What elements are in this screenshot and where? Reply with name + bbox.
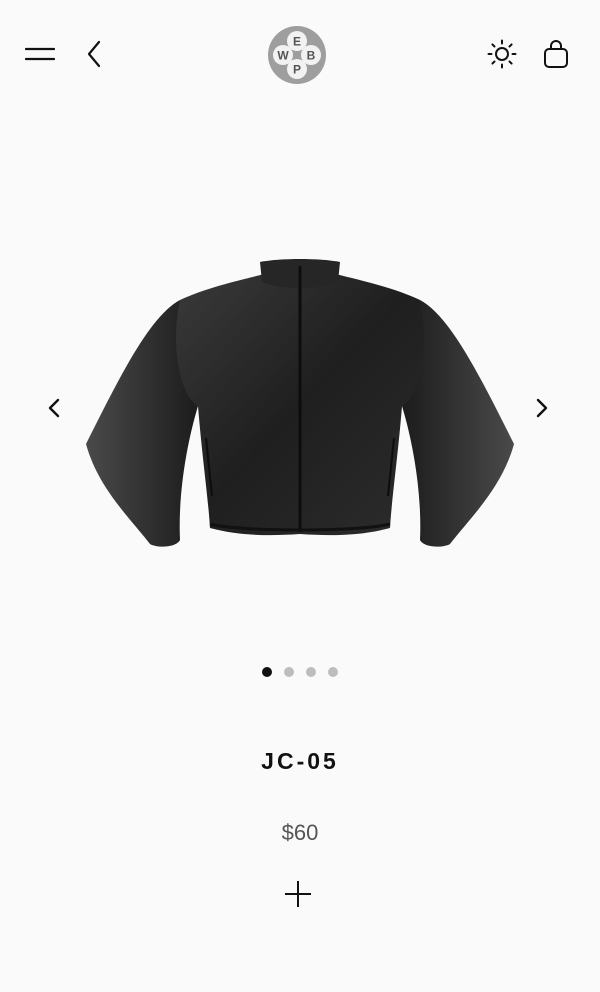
top-nav-bar: E W B P (0, 0, 600, 108)
product-title: JC-05 (261, 748, 339, 774)
previous-image-button[interactable] (38, 390, 70, 426)
product-image[interactable] (80, 256, 520, 556)
back-button[interactable] (78, 36, 110, 72)
menu-icon (25, 47, 55, 61)
logo-letter-right: B (307, 49, 316, 63)
shopping-bag-icon (544, 40, 568, 68)
product-page: E W B P JC-05 $60 (0, 0, 600, 992)
product-image-carousel[interactable] (0, 118, 600, 658)
brand-logo-icon: E W B P (268, 26, 326, 84)
pagination-dot-2[interactable] (284, 667, 294, 677)
pagination-dot-1[interactable] (262, 667, 272, 677)
logo-letter-top: E (293, 35, 301, 49)
chevron-left-icon (48, 398, 60, 418)
chevron-right-icon (536, 398, 548, 418)
theme-toggle-button[interactable] (482, 34, 522, 74)
logo-letter-left: W (277, 49, 289, 63)
cart-button[interactable] (536, 34, 576, 74)
plus-icon (285, 881, 311, 907)
next-image-button[interactable] (526, 390, 558, 426)
back-chevron-icon (87, 40, 101, 68)
pagination-dot-3[interactable] (306, 667, 316, 677)
menu-button[interactable] (20, 36, 60, 72)
add-to-cart-button[interactable] (278, 874, 318, 914)
logo-letter-bottom: P (293, 63, 301, 77)
carousel-pagination (0, 667, 600, 677)
brand-logo[interactable]: E W B P (266, 24, 328, 86)
pagination-dot-4[interactable] (328, 667, 338, 677)
product-price: $60 (281, 820, 319, 845)
sun-icon (487, 39, 517, 69)
